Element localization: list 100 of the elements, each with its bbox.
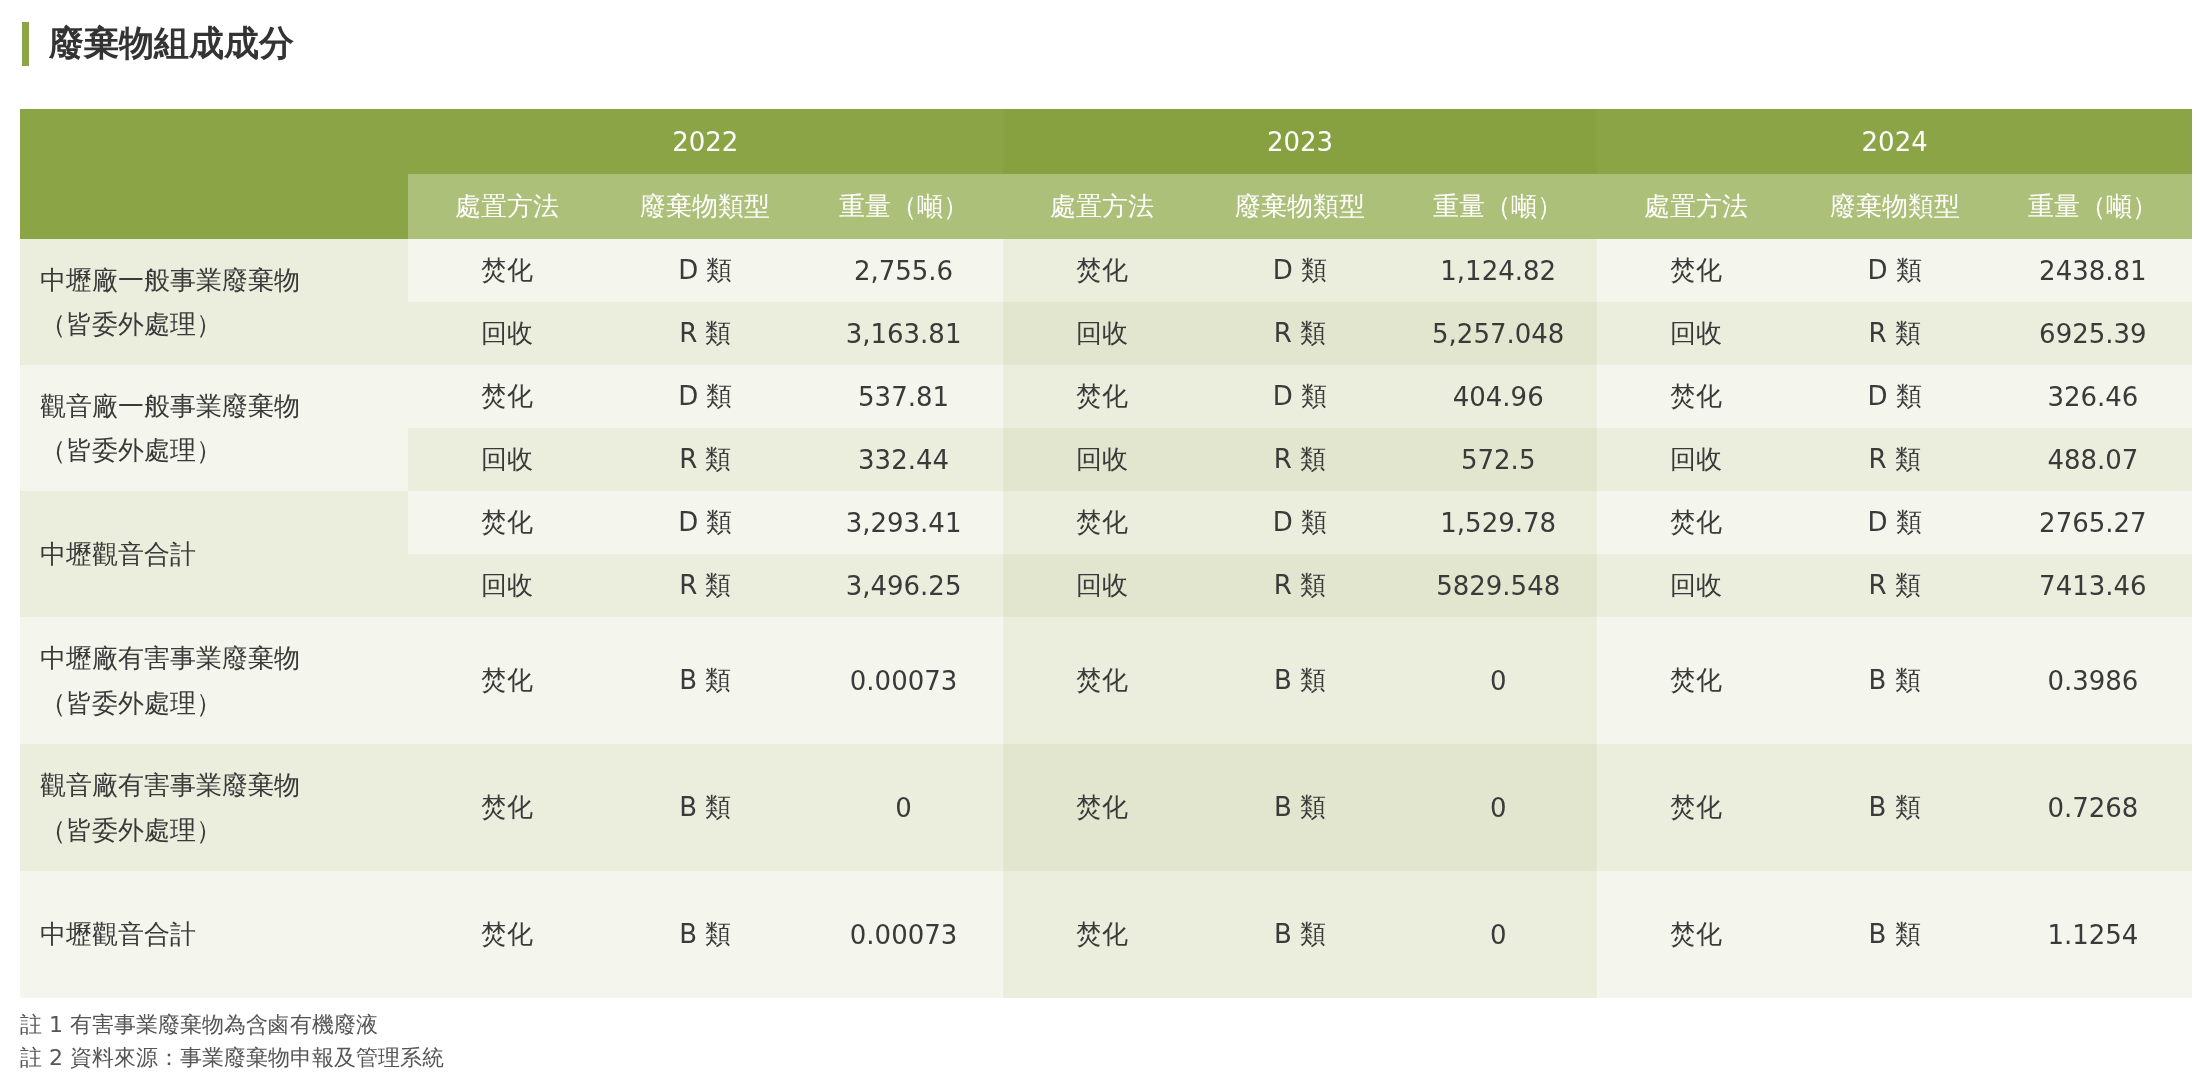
table-cell: 3,293.41 xyxy=(804,491,1003,554)
table-cell: B 類 xyxy=(1795,744,1994,871)
table-cell: B 類 xyxy=(1200,871,1400,998)
footnote: 註 2 資料來源：事業廢棄物申報及管理系統 xyxy=(20,1044,445,1072)
table-cell: 1,529.78 xyxy=(1399,491,1598,554)
table-cell: 0.7268 xyxy=(1993,744,2192,871)
column-header: 重量（噸） xyxy=(1993,174,2192,239)
table-cell: 0 xyxy=(1399,617,1598,744)
table-cell: D 類 xyxy=(1200,365,1400,428)
table-cell: 回收 xyxy=(1597,428,1796,491)
table-cell: 回收 xyxy=(408,428,607,491)
table-cell: R 類 xyxy=(606,554,805,617)
table-cell: B 類 xyxy=(1200,617,1400,744)
table-cell: 6925.39 xyxy=(1993,302,2192,365)
column-header: 廢棄物類型 xyxy=(1200,174,1400,239)
row-label: 觀音廠一般事業廢棄物（皆委外處理） xyxy=(40,389,301,467)
row-label: 中壢廠一般事業廢棄物（皆委外處理） xyxy=(40,263,301,341)
table-cell: 0 xyxy=(1399,871,1598,998)
table-cell: 404.96 xyxy=(1399,365,1598,428)
table-cell: 0 xyxy=(1399,744,1598,871)
table-cell: 5,257.048 xyxy=(1399,302,1598,365)
table-cell: 488.07 xyxy=(1993,428,2192,491)
table-cell: D 類 xyxy=(1795,239,1994,302)
table-cell: 焚化 xyxy=(1002,617,1201,744)
table-cell: 0 xyxy=(804,744,1003,871)
table-cell: 焚化 xyxy=(408,617,607,744)
table-cell: 回收 xyxy=(1002,302,1201,365)
column-header: 重量（噸） xyxy=(804,174,1003,239)
year-header: 2024 xyxy=(1597,109,2192,174)
table-cell: 焚化 xyxy=(408,871,607,998)
table-cell: B 類 xyxy=(1795,871,1994,998)
section-title: 廢棄物組成成分 xyxy=(49,22,294,65)
table-cell: 回收 xyxy=(1002,428,1201,491)
table-cell: 焚化 xyxy=(408,491,607,554)
table-cell: B 類 xyxy=(606,744,805,871)
table-cell: 焚化 xyxy=(1597,239,1796,302)
table-cell: B 類 xyxy=(606,871,805,998)
table-cell: B 類 xyxy=(1200,744,1400,871)
table-cell: 326.46 xyxy=(1993,365,2192,428)
table-cell: 2,755.6 xyxy=(804,239,1003,302)
table-cell: R 類 xyxy=(606,302,805,365)
column-header: 廢棄物類型 xyxy=(1795,174,1994,239)
table-cell: 537.81 xyxy=(804,365,1003,428)
table-cell: B 類 xyxy=(1795,617,1994,744)
year-header: 2022 xyxy=(408,109,1003,174)
table-cell: 1.1254 xyxy=(1993,871,2192,998)
table-cell: R 類 xyxy=(1200,302,1400,365)
table-cell: 5829.548 xyxy=(1399,554,1598,617)
accent-bar xyxy=(22,21,29,66)
table-cell: B 類 xyxy=(606,617,805,744)
table-cell: D 類 xyxy=(1200,239,1400,302)
table-cell: 0.3986 xyxy=(1993,617,2192,744)
table-cell: 回收 xyxy=(1002,554,1201,617)
table-cell: 3,163.81 xyxy=(804,302,1003,365)
table-cell: D 類 xyxy=(606,239,805,302)
footnote: 註 1 有害事業廢棄物為含鹵有機廢液 xyxy=(20,1011,379,1039)
year-header: 2023 xyxy=(1002,109,1598,174)
table-cell: 焚化 xyxy=(408,744,607,871)
table-cell: D 類 xyxy=(606,491,805,554)
column-header: 廢棄物類型 xyxy=(606,174,805,239)
table-cell: 回收 xyxy=(1597,554,1796,617)
table-cell: D 類 xyxy=(606,365,805,428)
table-cell: R 類 xyxy=(1200,428,1400,491)
table-cell: 332.44 xyxy=(804,428,1003,491)
table-cell: 3,496.25 xyxy=(804,554,1003,617)
table-cell: 2765.27 xyxy=(1993,491,2192,554)
table-cell: 焚化 xyxy=(1597,871,1796,998)
table-cell: 焚化 xyxy=(1002,239,1201,302)
column-header: 處置方法 xyxy=(1597,174,1796,239)
table-cell: 焚化 xyxy=(1597,617,1796,744)
table-cell: R 類 xyxy=(606,428,805,491)
table-cell: R 類 xyxy=(1795,302,1994,365)
table-cell: R 類 xyxy=(1795,554,1994,617)
table-cell: D 類 xyxy=(1795,491,1994,554)
table-cell: 焚化 xyxy=(1597,491,1796,554)
table-cell: 2438.81 xyxy=(1993,239,2192,302)
table-cell: 572.5 xyxy=(1399,428,1598,491)
table-cell: 焚化 xyxy=(1002,365,1201,428)
table-cell: 7413.46 xyxy=(1993,554,2192,617)
table-cell: 回收 xyxy=(408,302,607,365)
table-cell: D 類 xyxy=(1200,491,1400,554)
table-cell: R 類 xyxy=(1795,428,1994,491)
row-label: 中壢廠有害事業廢棄物（皆委外處理） xyxy=(40,642,301,720)
table-cell: 0.00073 xyxy=(804,871,1003,998)
table-cell: D 類 xyxy=(1795,365,1994,428)
column-header: 處置方法 xyxy=(1002,174,1201,239)
table-cell: 焚化 xyxy=(1002,871,1201,998)
row-label: 觀音廠有害事業廢棄物（皆委外處理） xyxy=(40,769,301,847)
table-cell: 焚化 xyxy=(1597,744,1796,871)
table-cell: 回收 xyxy=(1597,302,1796,365)
table-cell: 焚化 xyxy=(1002,744,1201,871)
column-header: 重量（噸） xyxy=(1399,174,1598,239)
table-cell: 焚化 xyxy=(408,239,607,302)
table-cell: 焚化 xyxy=(408,365,607,428)
table-cell: 回收 xyxy=(408,554,607,617)
table-cell: 0.00073 xyxy=(804,617,1003,744)
table-cell: R 類 xyxy=(1200,554,1400,617)
table-cell: 1,124.82 xyxy=(1399,239,1598,302)
row-label: 中壢觀音合計 xyxy=(40,918,196,952)
table-cell: 焚化 xyxy=(1002,491,1201,554)
